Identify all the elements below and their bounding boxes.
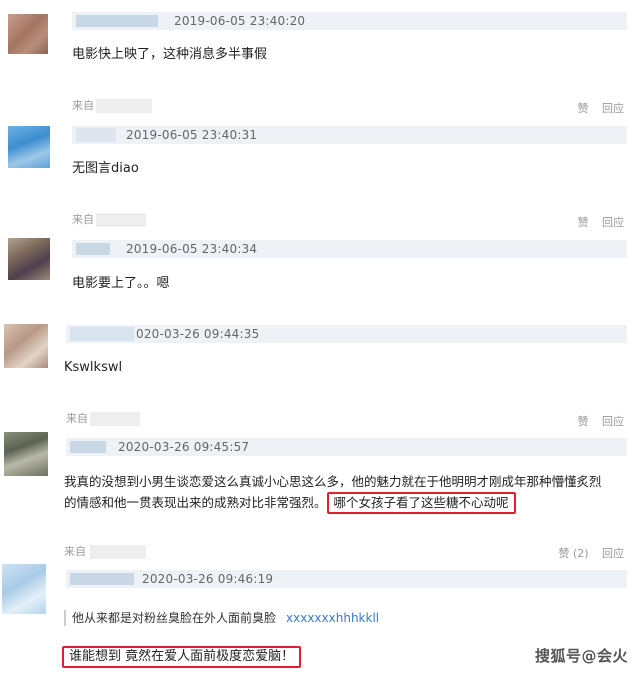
comment-item: 2019-06-05 23:40:31 无图言diao 来自 赞 回应	[0, 118, 640, 231]
from-source-blurred	[96, 213, 146, 227]
from-source-blurred	[90, 545, 146, 559]
avatar[interactable]	[8, 126, 50, 168]
highlighted-text: 谁能想到 竟然在爱人面前极度恋爱脑！	[62, 646, 302, 668]
avatar[interactable]	[2, 564, 46, 614]
comment-actions: 赞 回应	[568, 414, 625, 430]
comment-item: 2019-06-05 23:40:20 电影快上映了，这种消息多半事假 来自 赞…	[0, 0, 640, 115]
comment-time: 2019-06-05 23:40:31	[126, 128, 258, 142]
comment-time: 2019-06-05 23:40:20	[174, 14, 306, 28]
comment-item: 2020-03-26 09:45:57 我真的没想到小男生谈恋爱这么真诚小心思这…	[0, 430, 640, 560]
comment-text: 电影要上了。。嗯	[72, 276, 170, 291]
username-blurred[interactable]	[76, 128, 116, 142]
comment-actions: 赞 回应	[568, 215, 625, 231]
comment-text: 谁能想到 竟然在爱人面前极度恋爱脑！	[62, 646, 302, 668]
username-blurred[interactable]	[70, 441, 106, 453]
comment-time: 2020-03-26 09:45:57	[118, 440, 250, 454]
reply-button[interactable]: 回应	[602, 547, 624, 560]
comment-time: 2020-03-26 09:46:19	[142, 572, 274, 586]
from-label: 来自	[64, 545, 86, 558]
reply-button[interactable]: 回应	[602, 216, 624, 229]
username-blurred[interactable]	[76, 15, 158, 27]
username-blurred[interactable]	[70, 573, 134, 585]
quote-text: 他从来都是对粉丝臭脸在外人面前臭脸	[72, 611, 277, 625]
comment-text-plain: 的情感和他一贯表现出来的成熟对比非常强烈。	[64, 495, 327, 510]
from-label: 来自	[72, 213, 94, 226]
comment-text-line2: 的情感和他一贯表现出来的成熟对比非常强烈。 哪个女孩子看了这些糖不心动呢	[64, 492, 516, 514]
comment-text: 电影快上映了，这种消息多半事假	[72, 47, 268, 62]
username-blurred[interactable]	[70, 327, 134, 341]
like-button[interactable]: 赞	[578, 216, 589, 229]
from-source-blurred	[96, 99, 152, 113]
highlighted-text: 哪个女孩子看了这些糖不心动呢	[326, 492, 516, 514]
quoted-reply: 他从来都是对粉丝臭脸在外人面前臭脸 xxxxxxxhhhkkll	[64, 610, 379, 626]
reply-button[interactable]: 回应	[602, 102, 624, 115]
from-source-blurred	[90, 412, 140, 426]
from-label: 来自	[72, 99, 94, 112]
comment-item: 020-03-26 09:44:35 Kswlkswl 来自 赞 回应	[0, 320, 640, 430]
comment-item: 2019-06-05 23:40:34 电影要上了。。嗯	[0, 232, 640, 322]
avatar[interactable]	[8, 14, 48, 54]
comment-text: Kswlkswl	[64, 360, 123, 375]
quote-author-link[interactable]: xxxxxxxhhhkkll	[286, 611, 379, 625]
avatar[interactable]	[8, 238, 50, 280]
comment-text-line1: 我真的没想到小男生谈恋爱这么真诚小心思这么多，他的魅力就在于他明明才刚成年那种懵…	[64, 474, 602, 489]
watermark: 搜狐号@会火	[534, 647, 628, 665]
like-button[interactable]: 赞	[578, 415, 589, 428]
reply-button[interactable]: 回应	[602, 415, 624, 428]
comment-time: 020-03-26 09:44:35	[136, 327, 260, 341]
comment-time: 2019-06-05 23:40:34	[126, 242, 258, 256]
comment-actions: 赞 回应	[568, 101, 625, 117]
comment-text: 无图言diao	[72, 161, 139, 176]
avatar[interactable]	[4, 432, 48, 476]
avatar[interactable]	[4, 324, 48, 368]
like-button[interactable]: 赞	[578, 102, 589, 115]
username-blurred[interactable]	[76, 243, 110, 255]
like-button[interactable]: 赞 (2)	[558, 547, 588, 560]
from-label: 来自	[66, 412, 88, 425]
